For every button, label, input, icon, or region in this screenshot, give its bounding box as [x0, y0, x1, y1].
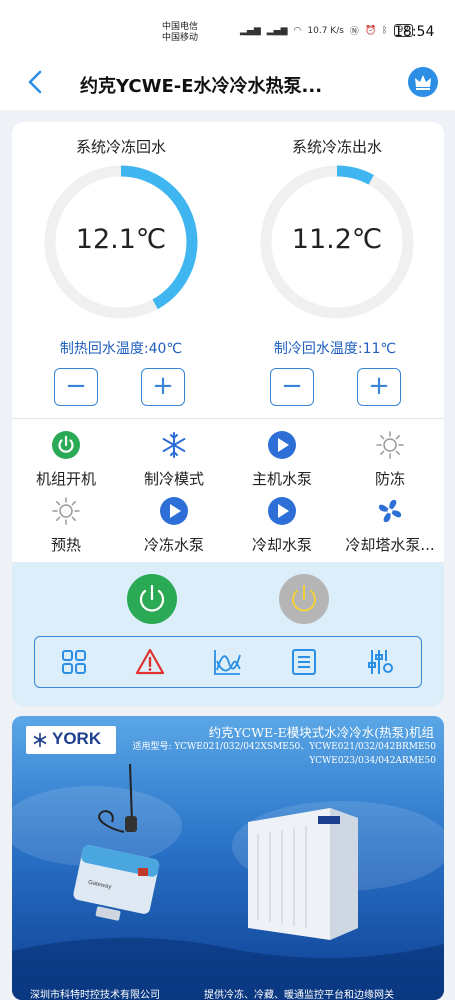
- status-preheat: 预热: [12, 496, 120, 555]
- toolbar: [34, 636, 422, 688]
- models-line-1: 适用型号: YCWE021/032/042XSME50、YCWE021/032/…: [132, 742, 436, 752]
- product-banner[interactable]: Gateway YORK 约克YCWE-E模块式水冷冷水(热泵)机组 适用型号:…: [12, 716, 444, 1000]
- status-label: 冷却水泵: [251, 536, 312, 554]
- status-bar: 中国电信 中国移动 ▂▄▆ ▂▄▆ ◠ 10.7 K/s Ⓝ ⏰ ᛒ 92 18…: [0, 0, 455, 56]
- heating-setpoint-label: 制热回水温度:40℃: [59, 341, 183, 357]
- york-logo: YORK: [26, 726, 116, 754]
- heating-decrease-button[interactable]: −: [54, 368, 98, 406]
- status-icons: ▂▄▆ ▂▄▆ ◠ 10.7 K/s Ⓝ ⏰ ᛒ 92: [240, 24, 414, 37]
- banner-models: 适用型号: YCWE021/032/042XSME50、YCWE021/032/…: [130, 740, 436, 768]
- brand-name: YORK: [52, 729, 102, 748]
- power-icon: [139, 584, 165, 612]
- return-water-label: 系统冷冻回水: [75, 138, 166, 156]
- status-tower-pump: 冷却塔水泵...: [336, 496, 444, 555]
- snowflake-icon: [162, 432, 186, 458]
- play-pump-icon: [160, 497, 188, 525]
- wifi-icon: ◠: [293, 25, 302, 36]
- cooling-increase-button[interactable]: +: [357, 368, 401, 406]
- alarm-clock-icon: ⏰: [364, 25, 377, 36]
- banner-title: 约克YCWE-E模块式水冷冷水(热泵)机组: [208, 725, 434, 740]
- nav-bar: 约克YCWE-E水冷冷水热泵...: [0, 56, 455, 110]
- status-label: 预热: [50, 536, 81, 554]
- company-slogan: 提供冷冻、冷藏、暖通监控平台和边缘网关: [204, 990, 394, 1000]
- york-snowflake-logo-icon: [33, 733, 47, 747]
- power-off-button[interactable]: [279, 574, 329, 624]
- settings-sliders-icon[interactable]: [366, 647, 396, 677]
- heating-increase-button[interactable]: +: [141, 368, 185, 406]
- status-label: 冷冻水泵: [143, 536, 204, 554]
- trend-chart-icon[interactable]: [212, 647, 242, 677]
- play-pump-icon: [268, 497, 296, 525]
- models-line-2: YCWE023/034/042ARME50: [309, 756, 436, 766]
- status-chilled-pump: 冷冻水泵: [120, 496, 228, 555]
- carrier-info: 中国电信 中国移动: [162, 22, 198, 44]
- status-main-pump: 主机水泵: [228, 430, 336, 489]
- power-icon: [292, 585, 316, 612]
- company-name: 深圳市科特时控技术有限公司: [30, 990, 160, 1000]
- return-water-value: 12.1℃: [75, 224, 167, 255]
- grid-icon[interactable]: [59, 647, 89, 677]
- nfc-icon: Ⓝ: [349, 27, 359, 37]
- status-label: 主机水泵: [251, 470, 312, 488]
- bluetooth-icon: ᛒ: [382, 25, 388, 36]
- cooling-setpoint-label: 制冷回水温度:11℃: [273, 341, 397, 357]
- sun-icon: [52, 497, 80, 525]
- status-cooling-pump: 冷却水泵: [228, 496, 336, 555]
- status-cooling-mode: 制冷模式: [120, 430, 228, 489]
- control-panel: [12, 562, 444, 706]
- signal-icon-2: ▂▄▆: [266, 25, 288, 36]
- net-speed: 10.7 K/s: [307, 25, 344, 36]
- power-on-button[interactable]: [127, 574, 177, 624]
- main-card: 系统冷冻回水 系统冷冻出水 12.1℃ 11.2℃ 制热回水温度:40℃ 制冷回…: [12, 122, 444, 706]
- signal-icon: ▂▄▆: [240, 25, 261, 36]
- back-arrow-icon[interactable]: [22, 68, 50, 96]
- status-unit-on: 机组开机: [12, 430, 120, 489]
- status-label: 机组开机: [35, 470, 96, 488]
- page-title: 约克YCWE-E水冷冷水热泵...: [80, 76, 323, 97]
- status-label: 制冷模式: [143, 470, 204, 488]
- status-label: 冷却塔水泵...: [345, 536, 435, 554]
- fan-icon: [378, 499, 402, 523]
- cooling-decrease-button[interactable]: −: [270, 368, 314, 406]
- play-pump-icon: [268, 431, 296, 459]
- status-label: 防冻: [374, 470, 405, 488]
- clock: 18:54: [394, 24, 435, 40]
- carrier-1: 中国电信: [162, 22, 199, 32]
- list-icon[interactable]: [289, 647, 319, 677]
- status-antifreeze: 防冻: [336, 430, 444, 489]
- sun-icon: [376, 431, 404, 459]
- vip-crown-button[interactable]: [408, 67, 438, 97]
- divider: [12, 418, 444, 419]
- carrier-2: 中国移动: [162, 33, 199, 43]
- supply-water-label: 系统冷冻出水: [291, 138, 382, 156]
- crown-icon: [415, 75, 431, 90]
- power-on-icon: [52, 431, 80, 459]
- supply-water-value: 11.2℃: [291, 224, 383, 255]
- warning-icon[interactable]: [135, 647, 165, 677]
